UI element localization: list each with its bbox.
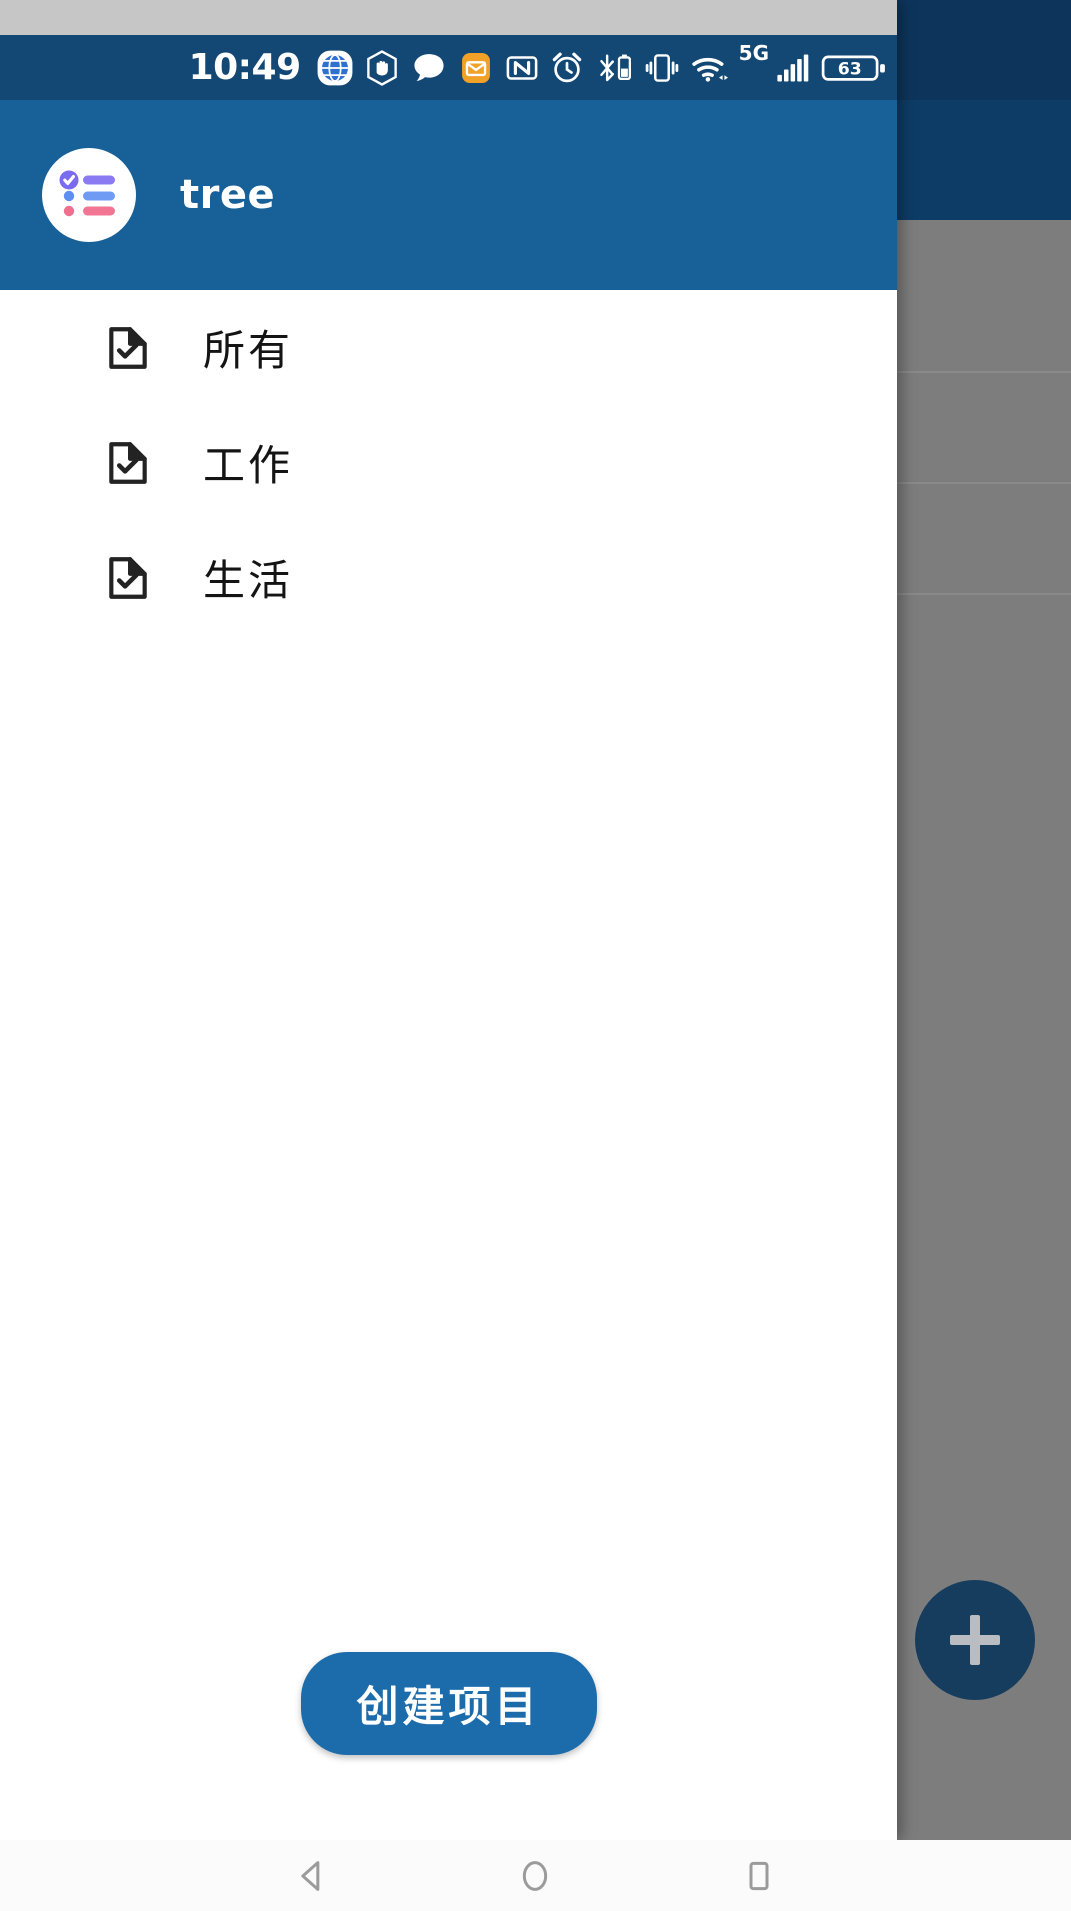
phone-screen: 生活 工作 工作 xyxy=(0,0,1071,1911)
hand-stop-icon xyxy=(366,49,397,86)
notch-strip xyxy=(0,0,897,35)
tree-checklist-logo xyxy=(42,148,136,242)
recents-square-icon[interactable] xyxy=(714,1840,804,1911)
document-check-icon xyxy=(103,323,153,373)
alarm-clock-icon xyxy=(552,52,581,82)
email-icon xyxy=(461,52,490,83)
create-project-button[interactable]: 创建项目 xyxy=(300,1652,597,1755)
document-check-icon xyxy=(103,553,153,603)
network-type-label: 5G xyxy=(738,41,769,65)
back-triangle-icon[interactable] xyxy=(267,1840,357,1911)
globe-icon xyxy=(317,50,353,85)
bluetooth-battery-icon xyxy=(599,53,631,81)
battery-percent-text: 63 xyxy=(838,59,862,79)
sidebar-item-life[interactable]: 生活 xyxy=(0,520,897,635)
status-bar-icons: 10:49 5G 63 xyxy=(0,35,897,100)
battery-icon: 63 xyxy=(821,55,885,81)
nfc-icon xyxy=(506,55,538,80)
navigation-drawer: tree 所有 工作 生活 创建项目 xyxy=(0,0,897,1840)
vibrate-icon xyxy=(645,53,678,82)
status-clock: 10:49 xyxy=(188,47,302,88)
home-circle-icon[interactable] xyxy=(490,1840,580,1911)
android-nav-bar xyxy=(0,1840,1071,1911)
drawer-item-list: 所有 工作 生活 xyxy=(0,290,897,635)
document-check-icon xyxy=(103,438,153,488)
sidebar-item-label: 生活 xyxy=(203,556,294,605)
add-task-fab[interactable] xyxy=(915,1580,1035,1700)
sidebar-item-all[interactable]: 所有 xyxy=(0,290,897,405)
sidebar-item-work[interactable]: 工作 xyxy=(0,405,897,520)
plus-icon xyxy=(950,1615,1000,1665)
sidebar-item-label: 工作 xyxy=(203,441,294,490)
drawer-header: tree xyxy=(0,100,897,290)
wifi-icon xyxy=(691,57,728,82)
status-bar: 10:49 5G 63 xyxy=(0,0,897,100)
checklist-glyph xyxy=(59,170,115,217)
cellular-signal-icon xyxy=(777,54,809,81)
chat-bubble-icon xyxy=(414,53,444,81)
sidebar-item-label: 所有 xyxy=(203,326,294,375)
app-title: tree xyxy=(180,172,276,218)
